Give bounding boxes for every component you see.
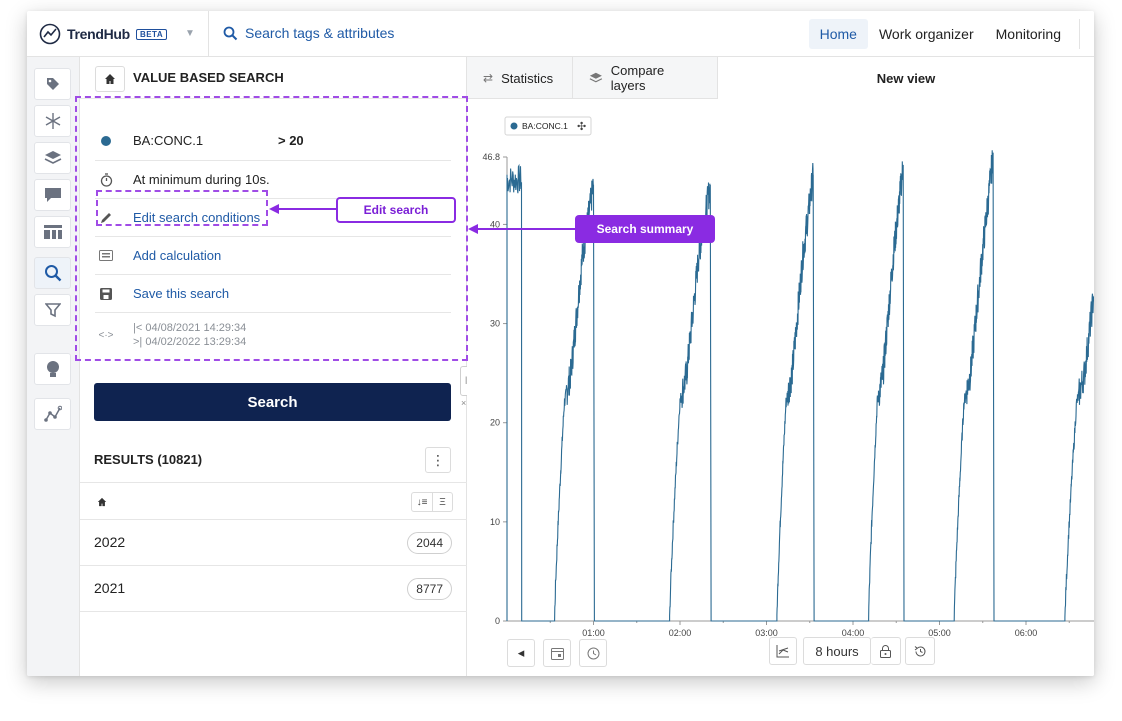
app-window: TrendHub BETA ▼ Search tags & attributes… [27, 11, 1094, 676]
search-summary-callout: Search summary [575, 215, 715, 243]
annotation-arrows [269, 204, 575, 234]
edit-search-callout: Edit search [336, 197, 456, 223]
